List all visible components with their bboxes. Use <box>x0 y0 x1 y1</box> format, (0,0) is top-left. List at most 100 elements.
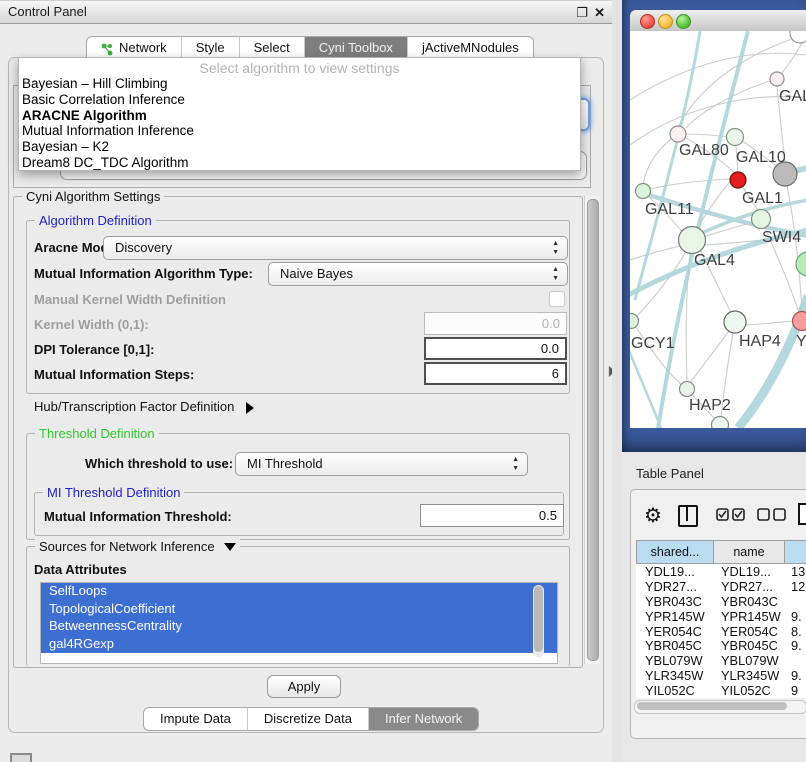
columns-icon[interactable] <box>678 505 698 527</box>
aracne-mode-combobox[interactable]: Discovery ▲▼ <box>103 236 568 260</box>
tab-jactivemnodules[interactable]: jActiveMNodules <box>407 37 533 59</box>
tab-label: Style <box>196 40 225 55</box>
which-threshold-value: MI Threshold <box>247 456 323 471</box>
table-row[interactable]: YER054CYER054C8. <box>636 624 806 639</box>
kernel-width-field[interactable]: 0.0 <box>424 312 567 335</box>
algorithm-option[interactable]: Dream8 DC_TDC Algorithm <box>19 155 580 171</box>
minimized-panel-icon[interactable] <box>10 753 32 762</box>
table-row[interactable]: YBR043CYBR043C <box>636 594 806 609</box>
table-row[interactable]: YBL079WYBL079W <box>636 653 806 668</box>
which-threshold-combobox[interactable]: MI Threshold ▲▼ <box>235 452 528 476</box>
algorithm-dropdown-placeholder: Select algorithm to view settings <box>19 58 580 76</box>
node-salmon-right[interactable] <box>793 312 806 331</box>
tab-network[interactable]: Network <box>87 37 181 59</box>
tab-cyni-toolbox[interactable]: Cyni Toolbox <box>304 37 407 59</box>
table-row[interactable]: YLR345WYLR345W9. <box>636 668 806 683</box>
table-horizontal-scrollbar[interactable] <box>634 700 806 714</box>
data-attribute-item[interactable]: BetweennessCentrality <box>41 618 557 636</box>
data-attributes-label: Data Attributes <box>34 562 127 577</box>
minimize-traffic-light[interactable] <box>658 14 673 29</box>
hub-definition-label: Hub/Transcription Factor Definition <box>34 399 234 414</box>
tab-style[interactable]: Style <box>181 37 239 59</box>
manual-kernel-checkbox[interactable] <box>549 291 565 307</box>
bottom-tab-infer-network[interactable]: Infer Network <box>368 708 478 730</box>
node-pink-top[interactable] <box>770 72 784 86</box>
table-cell: YIL052C <box>636 683 712 698</box>
table-cell: YBR043C <box>636 594 712 609</box>
table-cell: YDR27... <box>636 579 712 594</box>
table-cell: YPR145W <box>712 609 782 624</box>
apply-button[interactable]: Apply <box>267 675 341 698</box>
node-partial-bottom[interactable] <box>712 417 729 429</box>
deselect-all-checks-icon[interactable] <box>757 508 789 521</box>
bottom-tab-discretize-data[interactable]: Discretize Data <box>247 708 368 730</box>
algorithm-option[interactable]: Bayesian – Hill Climbing <box>19 76 580 92</box>
table-row[interactable]: YDL19...YDL19...13 <box>636 564 806 579</box>
node-partial-topright[interactable] <box>790 31 806 43</box>
close-window-icon[interactable]: ✕ <box>594 5 605 21</box>
table-cell: 9. <box>782 638 806 653</box>
table-cell <box>782 653 806 668</box>
table-row[interactable]: YBR045CYBR045C9. <box>636 638 806 653</box>
list-scrollbar[interactable] <box>533 585 544 657</box>
node-hap2[interactable] <box>680 382 695 397</box>
mi-type-combobox[interactable]: Naive Bayes ▲▼ <box>268 262 568 286</box>
table-row[interactable]: YIL052CYIL052C9 <box>636 683 806 698</box>
node-gal4[interactable] <box>679 227 706 254</box>
new-table-icon[interactable] <box>797 503 806 525</box>
hub-definition-toggle[interactable]: Hub/Transcription Factor Definition <box>34 399 254 414</box>
column-header[interactable]: shared... <box>636 540 714 564</box>
network-icon <box>101 42 114 56</box>
table-cell: YIL052C <box>712 683 782 698</box>
network-graph: GALGAL80GAL10GAL1GAL11SWI4GAL4GCY1HAP4YH… <box>630 31 806 428</box>
settings-scrollbar[interactable] <box>584 196 600 664</box>
algorithm-option[interactable]: Bayesian – K2 <box>19 139 580 155</box>
table-row[interactable]: YDR27...YDR27...12 <box>636 579 806 594</box>
mi-steps-field[interactable]: 6 <box>424 362 567 385</box>
expanded-arrow-icon <box>224 543 236 551</box>
float-window-icon[interactable]: ❐ <box>576 5 588 21</box>
algorithm-option[interactable]: Basic Correlation Inference <box>19 92 580 108</box>
dpi-tolerance-field[interactable]: 0.0 <box>424 337 567 360</box>
network-view-canvas[interactable]: GALGAL80GAL10GAL1GAL11SWI4GAL4GCY1HAP4YH… <box>630 31 806 428</box>
algorithm-definition-title: Algorithm Definition <box>35 213 156 228</box>
node-label-gcy1: GCY1 <box>631 335 675 352</box>
node-label-y: Y <box>796 333 806 350</box>
node-gal10[interactable] <box>727 129 744 146</box>
tab-label: jActiveMNodules <box>422 40 519 55</box>
node-gal11[interactable] <box>636 184 651 199</box>
data-attribute-item[interactable]: TopologicalCoefficient <box>41 601 557 619</box>
table-cell: YLR345W <box>636 668 712 683</box>
zoom-traffic-light[interactable] <box>676 14 691 29</box>
column-header[interactable]: name <box>714 540 785 564</box>
close-traffic-light[interactable] <box>640 14 655 29</box>
bottom-tabs: Impute DataDiscretize DataInfer Network <box>143 707 479 731</box>
tab-select[interactable]: Select <box>239 37 304 59</box>
data-attribute-item[interactable]: gal4RGexp <box>41 636 557 654</box>
panel-divider[interactable] <box>612 0 622 762</box>
table-cell: 12 <box>782 579 806 594</box>
sources-title: Sources for Network Inference <box>39 539 215 554</box>
bottom-tab-impute-data[interactable]: Impute Data <box>144 708 247 730</box>
algorithm-option[interactable]: ARACNE Algorithm <box>19 108 580 124</box>
select-all-checks-icon[interactable] <box>716 508 748 521</box>
mi-type-label: Mutual Information Algorithm Type: <box>34 266 253 281</box>
aracne-mode-value: Discovery <box>115 240 172 255</box>
data-attribute-item[interactable]: SelfLoops <box>41 583 557 601</box>
node-hap4[interactable] <box>724 311 746 333</box>
data-attributes-list[interactable]: SelfLoopsTopologicalCoefficientBetweenne… <box>40 582 558 664</box>
node-gal80[interactable] <box>670 126 686 142</box>
gear-icon[interactable]: ⚙ <box>642 503 664 527</box>
node-table: shared...name YDL19...YDL19...13YDR27...… <box>636 540 806 698</box>
sources-title-toggle[interactable]: Sources for Network Inference <box>35 539 240 554</box>
table-row[interactable]: YPR145WYPR145W9. <box>636 609 806 624</box>
node-red[interactable] <box>730 172 746 188</box>
algorithm-option[interactable]: Mutual Information Inference <box>19 123 580 139</box>
column-header[interactable] <box>785 540 806 564</box>
node-label-swi4: SWI4 <box>762 229 801 246</box>
network-window-titlebar[interactable] <box>630 10 806 32</box>
mi-threshold-field[interactable]: 0.5 <box>420 504 564 527</box>
node-swi4[interactable] <box>752 210 771 229</box>
application-screen: Control Panel ❐ ✕ NetworkStyleSelectCyni… <box>0 0 806 762</box>
algorithm-dropdown-popup: Select algorithm to view settings Bayesi… <box>18 57 581 171</box>
